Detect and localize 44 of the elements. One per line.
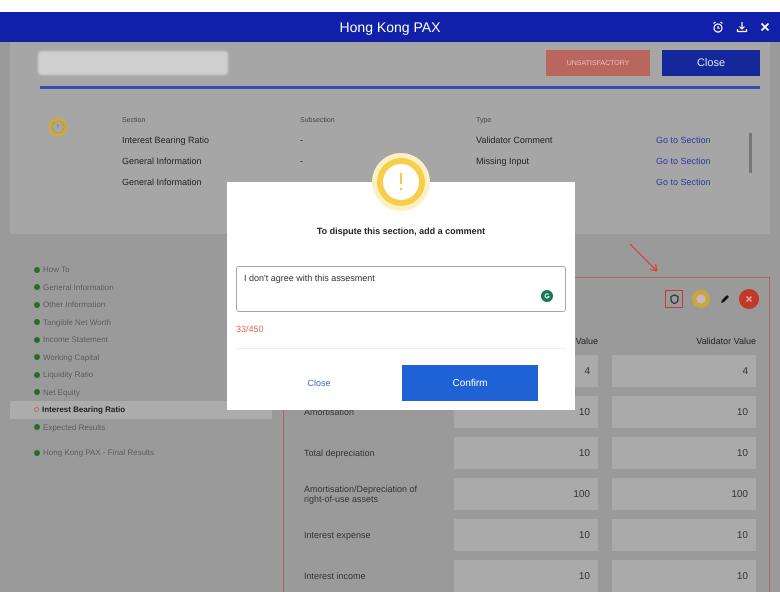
dialog-title: To dispute this section, add a comment [316, 226, 486, 236]
sidebar-item[interactable]: Interest Bearing Ratio [10, 401, 272, 418]
annotation-arrow [628, 242, 660, 274]
row-label: Total depreciation [304, 448, 376, 458]
go-to-section-link[interactable]: Go to Section [656, 177, 746, 187]
value-field[interactable]: 10 [454, 519, 598, 551]
row-label: Amortisation [304, 407, 356, 417]
pencil-icon[interactable] [719, 293, 731, 305]
value-field[interactable]: 100 [612, 478, 756, 510]
character-counter: 33/450 [236, 324, 265, 334]
delete-icon[interactable] [739, 289, 759, 309]
close-icon[interactable] [760, 22, 770, 32]
shield-icon[interactable] [670, 294, 678, 304]
value-field[interactable]: 4 [612, 355, 756, 387]
value-field[interactable]: 10 [454, 560, 598, 592]
confirm-button[interactable]: Confirm [402, 365, 538, 401]
go-to-section-link[interactable]: Go to Section [656, 156, 746, 166]
assistant-icon[interactable] [541, 290, 553, 302]
go-to-section-link[interactable]: Go to Section [656, 135, 746, 145]
comment-field[interactable]: I don't agree with this assesment [236, 266, 566, 312]
column-header: Validator Value [695, 336, 756, 346]
row-label: Interest expense [304, 530, 372, 540]
table-cell-text: Validator Comment [476, 135, 554, 145]
alarm-clock-icon[interactable] [712, 21, 724, 33]
table-cell-text: - [300, 156, 304, 166]
row-label: Amortisation/Depreciation of right-of-use assets [304, 484, 418, 504]
value-field[interactable]: 10 [612, 519, 756, 551]
table-cell-text: Interest Bearing Ratio [122, 135, 210, 145]
value-field[interactable]: 10 [454, 437, 598, 469]
table-cell-text: General Information [122, 156, 203, 166]
table-cell-text: General Information [122, 177, 203, 187]
value-field[interactable]: 10 [612, 437, 756, 469]
row-label: Interest income [304, 571, 367, 581]
scrollbar[interactable] [749, 133, 752, 173]
column-header: Value [574, 336, 598, 346]
table-cell-text: - [300, 135, 304, 145]
download-icon[interactable] [736, 21, 748, 33]
value-field[interactable]: 100 [454, 478, 598, 510]
value-field[interactable]: 10 [612, 560, 756, 592]
value-field[interactable]: 10 [612, 396, 756, 428]
close-button[interactable]: Close [662, 50, 760, 76]
window-title: Hong Kong PAX [340, 19, 440, 35]
table-cell-text: Missing Input [476, 156, 530, 166]
warning-icon [48, 117, 68, 137]
